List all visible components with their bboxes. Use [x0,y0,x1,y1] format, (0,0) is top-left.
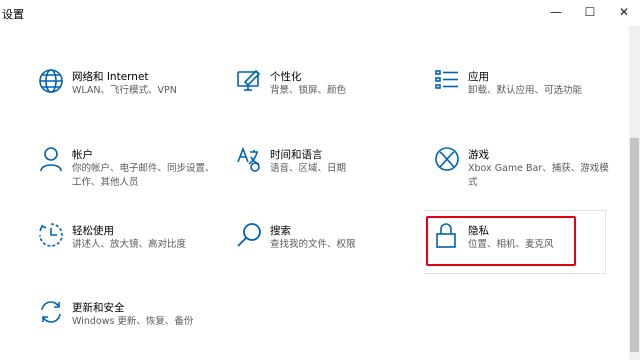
tile-title: 帐户 [72,149,93,161]
close-button[interactable]: ✕ [606,0,640,24]
maximize-button[interactable]: ☐ [572,0,608,24]
search-icon [234,220,264,250]
tile-title: 时间和语言 [270,149,323,161]
xbox-icon [432,144,462,174]
scrollbar[interactable] [629,26,640,360]
update-icon [36,297,66,327]
personalization-icon [234,66,264,96]
tile-title: 轻松使用 [72,225,114,237]
tile-description: 卸载、默认应用、可选功能 [468,85,583,96]
tile-description: WLAN、飞行模式、VPN [72,85,177,96]
tile-description: 语音、区域、日期 [270,163,347,174]
title-bar: 设置 — ☐ ✕ [0,0,640,26]
time-language-icon [234,144,264,174]
window-title: 设置 [2,8,24,21]
globe-icon [36,66,66,96]
tile-title: 游戏 [468,149,489,161]
tile-gaming[interactable]: 游戏 Xbox Game Bar、捕获、游戏模式 [432,144,612,194]
tile-search[interactable]: 搜索 查找我的文件、权限 [234,220,414,270]
tile-title: 更新和安全 [72,302,125,314]
tile-description: Windows 更新、恢复、备份 [72,316,194,327]
tile-network[interactable]: 网络和 Internet WLAN、飞行模式、VPN [36,66,216,116]
tile-description: 背景、锁屏、颜色 [270,85,347,96]
tile-title: 网络和 Internet [72,71,149,83]
tile-title: 应用 [468,71,489,83]
tile-description: 你的帐户、电子邮件、同步设置、工作、其他人员 [72,163,215,188]
minimize-button[interactable]: — [538,0,574,24]
apps-icon [432,66,462,96]
ease-of-access-icon [36,220,66,250]
person-icon [36,144,66,174]
highlight-annotation [426,216,576,266]
tile-ease-of-access[interactable]: 轻松使用 讲述人、放大镜、高对比度 [36,220,216,270]
tile-description: 查找我的文件、权限 [270,239,356,250]
tile-description: Xbox Game Bar、捕获、游戏模式 [468,163,609,188]
tile-apps[interactable]: 应用 卸载、默认应用、可选功能 [432,66,612,116]
scrollbar-thumb[interactable] [630,138,639,352]
tile-title: 搜索 [270,225,291,237]
tile-update-security[interactable]: 更新和安全 Windows 更新、恢复、备份 [36,297,216,347]
tile-title: 个性化 [270,71,302,83]
tile-personalization[interactable]: 个性化 背景、锁屏、颜色 [234,66,414,116]
tile-accounts[interactable]: 帐户 你的帐户、电子邮件、同步设置、工作、其他人员 [36,144,216,194]
tile-description: 讲述人、放大镜、高对比度 [72,239,187,250]
tile-time-language[interactable]: 时间和语言 语音、区域、日期 [234,144,414,194]
